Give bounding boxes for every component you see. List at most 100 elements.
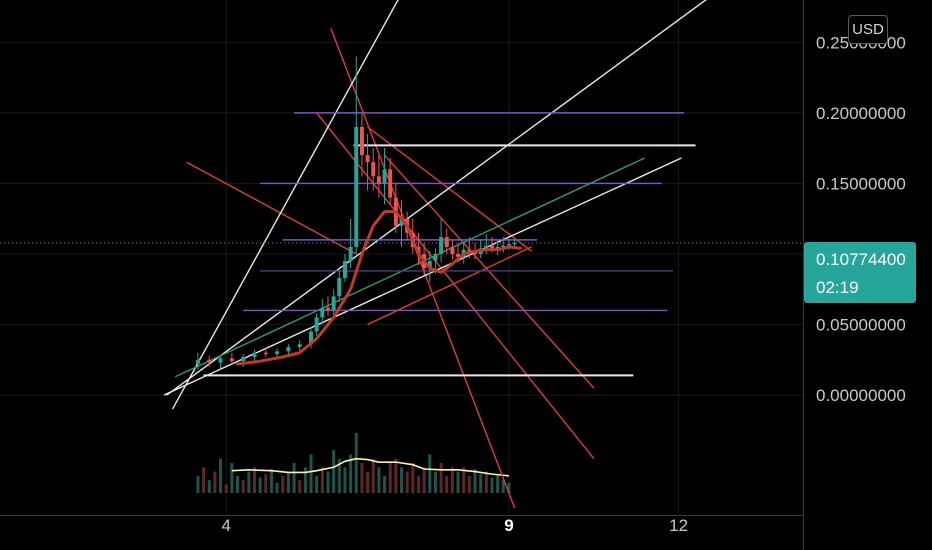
volume-bar [224,484,228,493]
price-axis-tick-label: 0.20000000 [816,104,906,123]
time-axis-tick-label: 9 [504,516,513,535]
currency-selector-button[interactable]: USD [848,15,888,44]
candle-body [342,261,347,278]
volume-bar [383,475,387,493]
bar-countdown-timer: 02:19 [816,278,859,297]
candle-body [337,277,342,297]
volume-bar [207,480,211,493]
volume-bar [320,467,324,493]
volume-bar [326,471,330,493]
candle-body [433,253,438,262]
volume-bar [286,471,290,493]
volume-bar [343,467,347,493]
volume-bar [416,475,420,493]
volume-bar [354,433,358,493]
volume-bar [428,454,432,493]
volume-bar [264,474,268,493]
candle-body [241,356,246,362]
volume-bar [433,471,437,493]
candle-body [218,358,223,363]
trend-line [384,154,595,389]
volume-bar [456,471,460,493]
volume-bar [388,463,392,493]
price-chart-canvas[interactable]: 0.250000000.200000000.150000000.05000000… [0,0,932,550]
volume-bar [252,467,256,493]
price-axis-tick-label: 0.00000000 [816,386,906,405]
candlestick-series [195,56,517,370]
price-axis-tick-label: 0.05000000 [816,316,906,335]
candle-body [348,246,353,262]
volume-bar [405,471,409,493]
candle-body [450,246,455,254]
candle-body [388,169,393,198]
volume-bar [439,463,443,493]
candle-body [354,126,359,247]
grid-lines [0,0,803,515]
trend-line [175,157,645,378]
candle-body [325,307,330,311]
time-axis-tick-label: 4 [221,516,230,535]
trend-line [367,246,532,326]
volume-bar [213,471,217,493]
price-axis-tick-label: 0.15000000 [816,174,906,193]
candle-body [371,162,376,177]
volume-bar [479,474,483,493]
volume-average-line [231,457,510,477]
volume-bar [473,469,477,493]
volume-bar [230,463,234,493]
volume-bar [292,463,296,493]
volume-bar [422,467,426,493]
candle-body [275,351,280,355]
volume-bar [269,469,273,493]
candle-body [263,352,268,355]
volume-bar [303,467,307,493]
volume-bar [445,475,449,493]
volume-bar [377,467,381,493]
candle-body [195,359,200,365]
volume-bar [236,475,240,493]
volume-bar [258,477,262,493]
price-chart[interactable]: 0.250000000.200000000.150000000.05000000… [0,0,932,550]
candle-body [252,352,257,357]
time-axis-tick-label: 12 [669,516,688,535]
volume-bar [496,475,500,493]
candle-body [331,296,336,311]
volume-bar [275,482,279,493]
volume-bar [360,463,364,493]
candle-body [439,237,444,254]
volume-bar [371,458,375,493]
volume-bar [366,471,370,493]
candle-body [359,126,364,156]
volume-bar [400,467,403,493]
volume-bar [247,471,251,493]
candle-body [484,245,489,249]
volume-bar [315,475,319,493]
volume-bar [281,475,285,493]
volume-bar [298,480,302,493]
volume-bar [450,467,454,493]
candle-body [320,307,325,318]
last-price-tag: 0.10774400 02:19 [804,242,916,303]
candle-body [229,358,234,362]
candle-body [512,243,517,245]
last-price-value: 0.10774400 [816,250,906,269]
candle-body [376,176,381,184]
trend-line [171,0,399,410]
candle-body [444,237,449,247]
candle-body [314,317,319,332]
candle-body [207,359,212,363]
candle-body [297,344,302,348]
candle-body [382,169,387,184]
volume-bar [309,454,313,493]
volume-pane [196,433,511,493]
volume-bar [490,477,494,493]
volume-bar [332,450,336,493]
volume-bar [241,480,245,493]
moving-average-series [236,210,522,366]
volume-bar [467,475,471,493]
volume-bar [202,467,206,493]
candle-body [286,347,291,352]
candle-body [506,244,511,246]
moving-average-line [236,210,522,366]
trend-line [166,0,707,396]
